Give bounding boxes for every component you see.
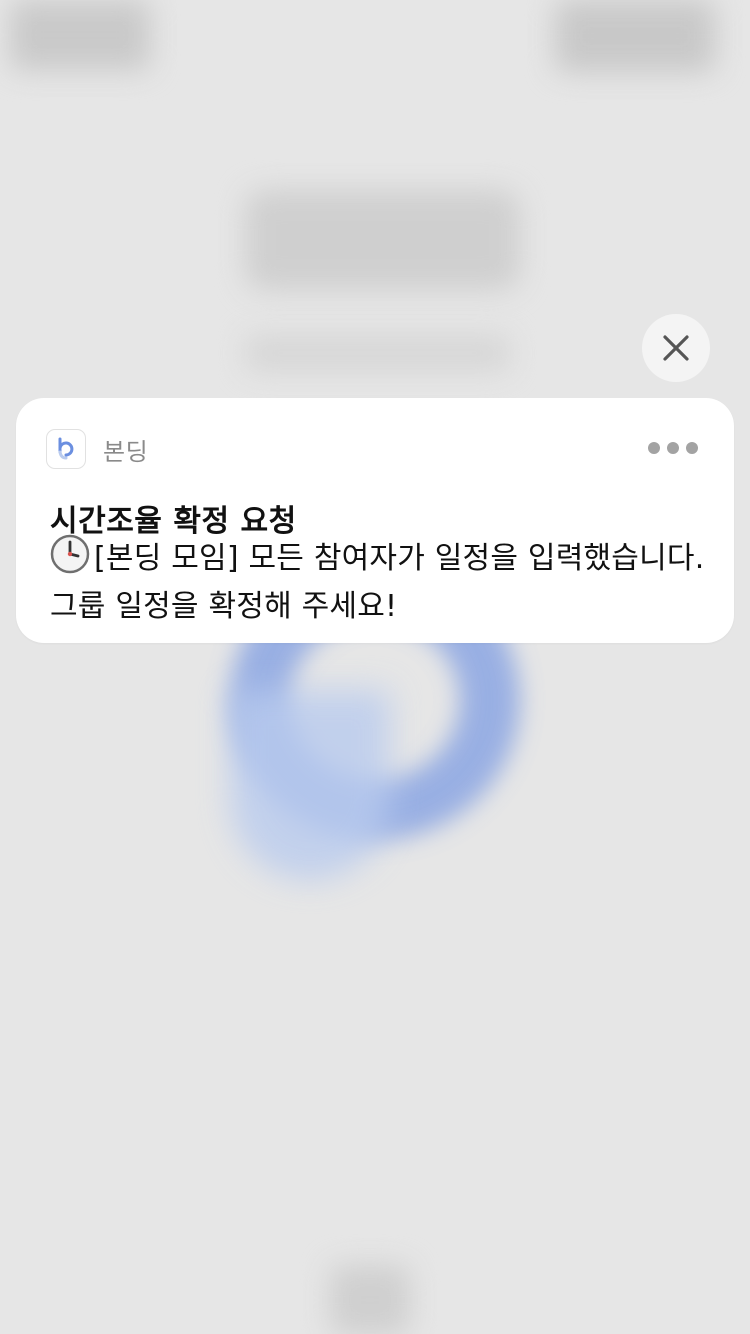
blurred-top-right-element [555,0,715,72]
blurred-app-logo-tail [230,690,390,880]
clock-icon [50,534,90,586]
more-dots-icon [648,442,660,454]
blurred-background [0,0,750,1334]
bonding-logo-icon [58,437,74,460]
notification-body: [본딩 모임] 모든 참여자가 일정을 입력했습니다. 그룹 일정을 확정해 주… [50,534,710,628]
app-icon [46,429,86,469]
more-dot [686,442,698,454]
close-button[interactable] [642,314,710,382]
blurred-date [245,335,510,371]
more-options-button[interactable] [648,436,698,460]
blurred-bottom-element [330,1265,410,1334]
close-icon [663,335,689,361]
blurred-clock-time [245,190,520,290]
blurred-top-left-element [10,0,150,70]
notification-header: 본딩 [46,428,704,470]
app-name: 본딩 [103,437,149,466]
more-dot [667,442,679,454]
notification-body-text: [본딩 모임] 모든 참여자가 일정을 입력했습니다. 그룹 일정을 확정해 주… [50,541,705,624]
notification-card[interactable]: 본딩 시간조율 확정 요청 [본딩 모임] 모든 참여자가 일정을 입력했습니다… [16,398,734,643]
